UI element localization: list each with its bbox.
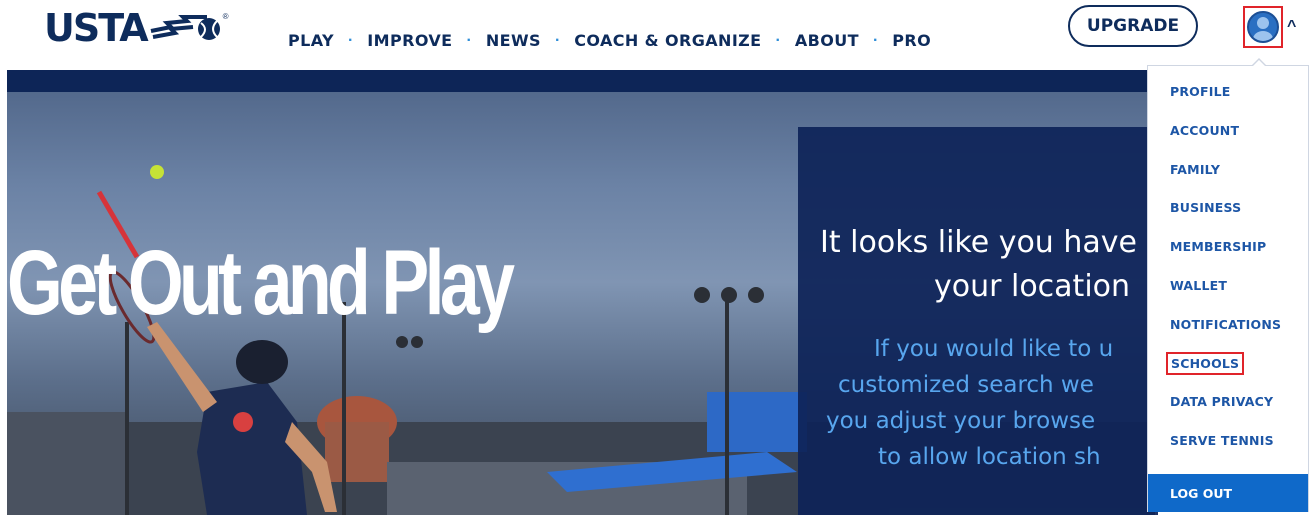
menu-item-profile[interactable]: PROFILE [1170, 84, 1231, 99]
nav-separator: · [554, 31, 561, 49]
menu-item-data-privacy[interactable]: DATA PRIVACY [1170, 394, 1273, 409]
location-message-line: to allow location sh [878, 444, 1101, 470]
menu-item-schools[interactable]: SCHOOLS [1166, 352, 1245, 375]
menu-item-family[interactable]: FAMILY [1170, 162, 1220, 177]
nav-about[interactable]: ABOUT [795, 31, 859, 50]
user-avatar-icon [1247, 11, 1279, 43]
location-message-line: If you would like to u [874, 336, 1114, 362]
nav-coach-organize[interactable]: COACH & ORGANIZE [574, 31, 761, 50]
nav-separator: · [466, 31, 472, 49]
site-header: USTA ® PLAY · IMPROVE · NEWS · COACH & O… [0, 0, 1314, 70]
nav-separator: · [775, 31, 781, 49]
menu-item-notifications[interactable]: NOTIFICATIONS [1170, 317, 1281, 332]
usta-logo[interactable]: USTA ® [44, 6, 229, 50]
location-message-line: customized search we [838, 372, 1094, 398]
tennis-ball-swoosh-icon [150, 15, 220, 40]
location-heading: It looks like you have your location [820, 221, 1158, 309]
hero-top-band [7, 70, 1155, 92]
nav-separator: · [347, 31, 354, 49]
location-message: If you would like to u customized search… [826, 331, 1158, 475]
dropdown-pointer-fill [1252, 60, 1266, 67]
main-nav: PLAY · IMPROVE · NEWS · COACH & ORGANIZE… [288, 31, 931, 50]
menu-item-membership[interactable]: MEMBERSHIP [1170, 239, 1266, 254]
location-heading-line: your location [934, 269, 1131, 304]
account-menu-toggle[interactable] [1243, 6, 1283, 48]
nav-play[interactable]: PLAY [288, 31, 334, 50]
chevron-up-icon[interactable]: ^ [1287, 18, 1296, 36]
upgrade-button[interactable]: UPGRADE [1068, 5, 1198, 47]
hero-title: Get Out and Play [7, 232, 515, 334]
menu-item-account[interactable]: ACCOUNT [1170, 123, 1239, 138]
nav-pro[interactable]: PRO [892, 31, 931, 50]
trademark-icon: ® [222, 12, 229, 21]
logout-button[interactable]: LOG OUT [1148, 474, 1308, 512]
nav-news[interactable]: NEWS [486, 31, 541, 50]
logo-wordmark: USTA [44, 6, 149, 50]
location-permission-panel: It looks like you have your location If … [798, 127, 1158, 515]
menu-item-serve-tennis[interactable]: SERVE TENNIS [1170, 433, 1274, 448]
menu-item-business[interactable]: BUSINESS [1170, 200, 1241, 215]
nav-improve[interactable]: IMPROVE [367, 31, 452, 50]
location-heading-line: It looks like you have [820, 225, 1137, 260]
menu-item-wallet[interactable]: WALLET [1170, 278, 1227, 293]
nav-separator: · [872, 31, 879, 49]
location-message-line: you adjust your browse [826, 408, 1096, 434]
